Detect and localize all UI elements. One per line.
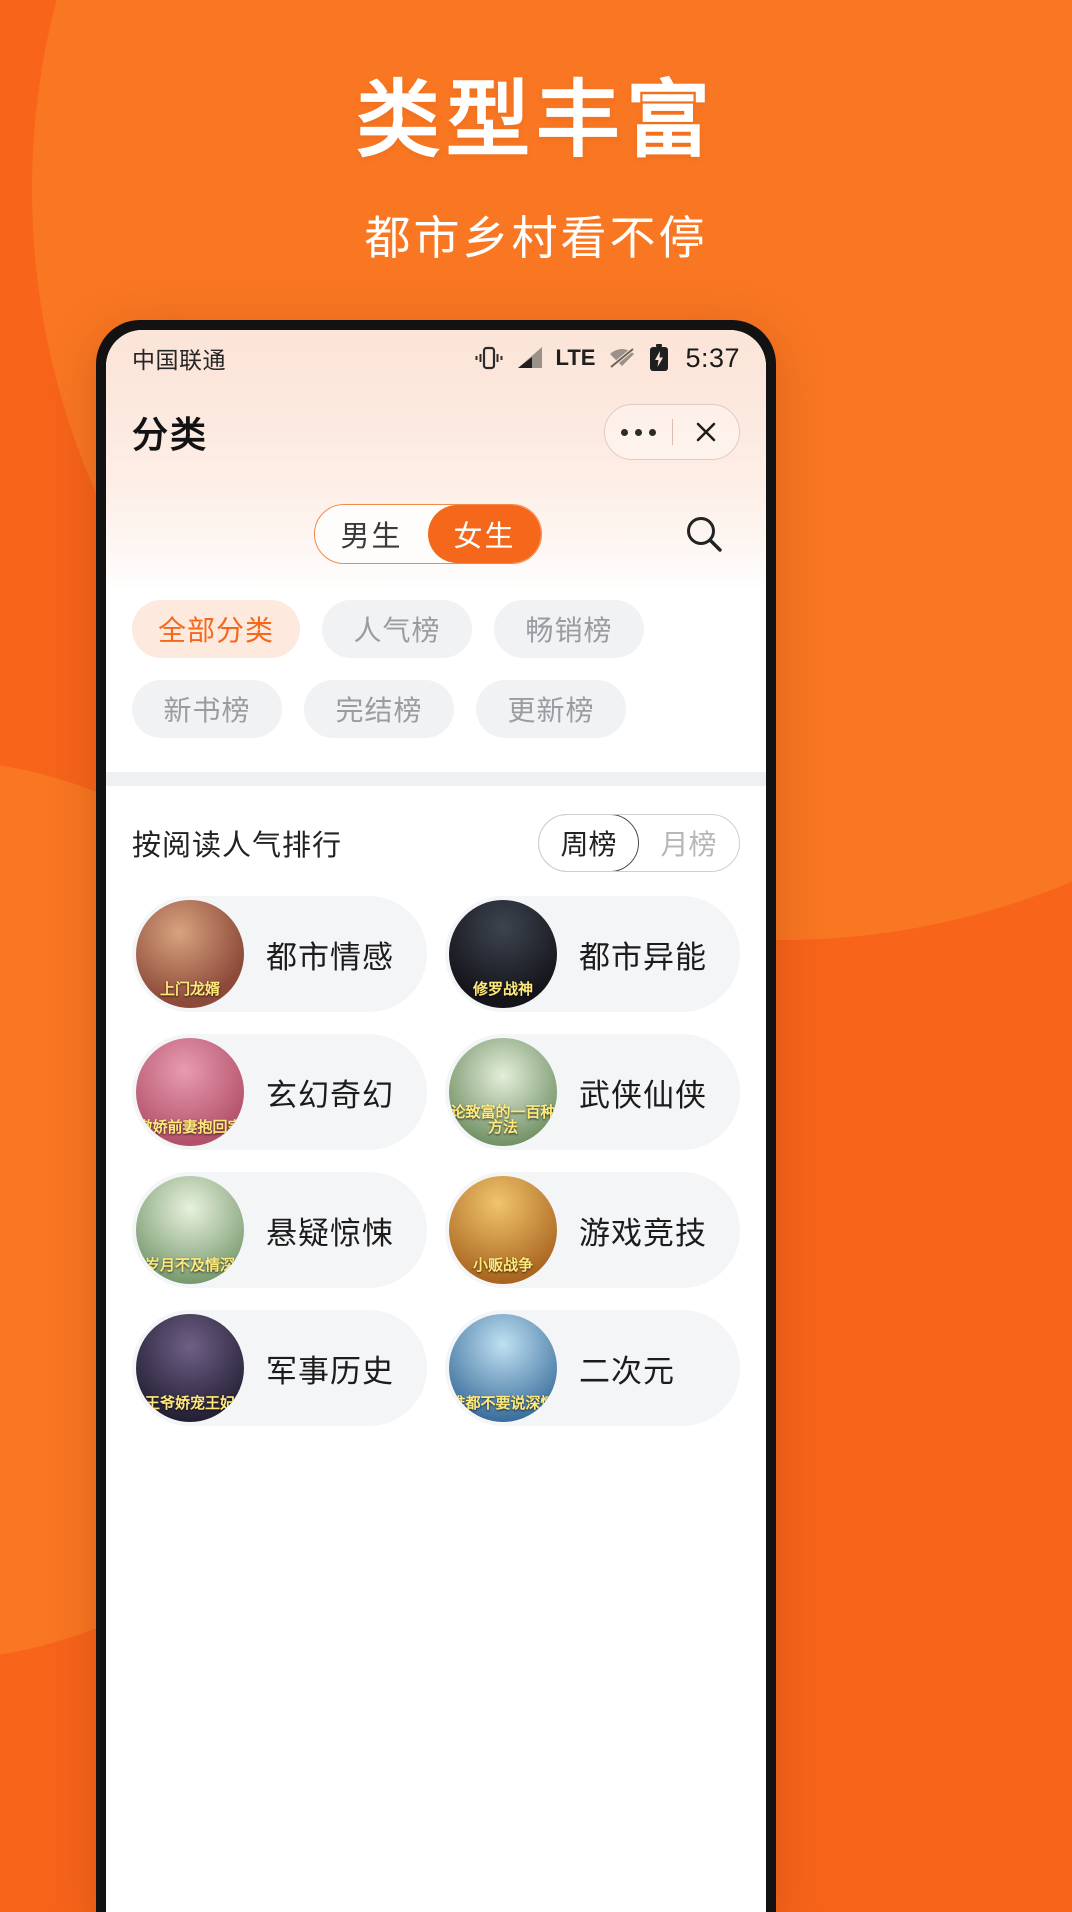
book-cover-thumbnail: 岁月不及情深	[136, 1176, 244, 1284]
clock-label: 5:37	[685, 342, 740, 373]
close-icon[interactable]	[673, 419, 740, 445]
signal-icon	[517, 347, 542, 368]
vibrate-icon	[475, 346, 503, 370]
filter-chip-bestseller[interactable]: 畅销榜	[494, 600, 645, 658]
book-cover-title: 王爷娇宠王妃	[144, 1395, 235, 1413]
book-cover-thumbnail: 傲娇前妻抱回家	[136, 1038, 244, 1146]
filter-chip-completed[interactable]: 完结榜	[304, 680, 454, 738]
category-item-anime[interactable]: 谁都不要说深情 二次元	[445, 1310, 740, 1426]
status-bar: 中国联通 LTE 5:37	[106, 330, 766, 386]
category-item-wuxia[interactable]: 论致富的一百种方法 武侠仙侠	[445, 1034, 740, 1150]
book-cover-title: 岁月不及情深	[144, 1257, 235, 1275]
book-cover-thumbnail: 论致富的一百种方法	[449, 1038, 557, 1146]
filter-chip-list: 全部分类 人气榜 畅销榜 新书榜 完结榜 更新榜	[106, 590, 766, 772]
category-grid: 上门龙婿 都市情感 修罗战神 都市异能 傲娇前妻抱回家 玄幻奇幻 论致富的一百种…	[106, 882, 766, 1426]
period-toggle[interactable]: 周榜 月榜	[538, 814, 740, 872]
lte-label: LTE	[555, 345, 596, 370]
carrier-label: 中国联通	[132, 347, 226, 373]
category-label: 二次元	[579, 1353, 675, 1389]
gender-option-male[interactable]: 男生	[315, 505, 428, 563]
book-cover-title: 上门龙婿	[159, 981, 220, 999]
category-label: 都市情感	[266, 939, 394, 975]
search-icon[interactable]	[678, 508, 730, 560]
mini-program-capsule	[604, 404, 740, 460]
category-item-military-history[interactable]: 王爷娇宠王妃 军事历史	[132, 1310, 427, 1426]
category-label: 都市异能	[579, 939, 707, 975]
phone-screen: 中国联通 LTE 5:37 分类 男生 女生 全部分类 人气榜 畅销榜 新书榜 …	[106, 330, 766, 1912]
book-cover-title: 傲娇前妻抱回家	[137, 1119, 243, 1137]
filter-chip-popular[interactable]: 人气榜	[322, 600, 473, 658]
category-item-suspense[interactable]: 岁月不及情深 悬疑惊悚	[132, 1172, 427, 1288]
filter-chip-new[interactable]: 新书榜	[132, 680, 282, 738]
book-cover-thumbnail: 上门龙婿	[136, 900, 244, 1008]
category-label: 玄幻奇幻	[266, 1077, 394, 1113]
book-cover-title: 论致富的一百种方法	[450, 1103, 556, 1137]
gender-toggle-row: 男生 女生	[106, 478, 766, 590]
category-item-fantasy[interactable]: 傲娇前妻抱回家 玄幻奇幻	[132, 1034, 427, 1150]
category-item-gaming[interactable]: 小贩战争 游戏竞技	[445, 1172, 740, 1288]
category-label: 游戏竞技	[579, 1215, 707, 1251]
page-title: 分类	[132, 414, 209, 455]
filter-chip-all[interactable]: 全部分类	[132, 600, 301, 658]
phone-mockup: 中国联通 LTE 5:37 分类 男生 女生 全部分类 人气榜 畅销榜 新书榜 …	[96, 320, 776, 1912]
period-option-month[interactable]: 月榜	[638, 815, 739, 871]
book-cover-thumbnail: 小贩战争	[449, 1176, 557, 1284]
battery-charging-icon	[650, 344, 669, 371]
category-label: 军事历史	[266, 1353, 394, 1389]
wifi-off-icon	[610, 347, 635, 369]
status-bar-icons: LTE 5:37	[474, 343, 740, 374]
book-cover-thumbnail: 谁都不要说深情	[449, 1314, 557, 1422]
book-cover-thumbnail: 王爷娇宠王妃	[136, 1314, 244, 1422]
period-option-week[interactable]: 周榜	[539, 815, 639, 871]
ranking-header: 按阅读人气排行 周榜 月榜	[106, 786, 766, 882]
app-header: 分类	[106, 386, 766, 478]
book-cover-title: 修罗战神	[472, 981, 533, 999]
more-dots-icon[interactable]	[605, 428, 672, 436]
promo-subtitle: 都市乡村看不停	[364, 212, 708, 265]
gender-toggle[interactable]: 男生 女生	[314, 504, 542, 564]
section-divider	[106, 772, 766, 786]
book-cover-title: 小贩战争	[472, 1257, 533, 1275]
book-cover-thumbnail: 修罗战神	[449, 900, 557, 1008]
ranking-title: 按阅读人气排行	[132, 830, 343, 862]
category-label: 悬疑惊悚	[266, 1215, 394, 1251]
promo-title: 类型丰富	[355, 75, 716, 168]
category-item-urban-supernatural[interactable]: 修罗战神 都市异能	[445, 896, 740, 1012]
promo-banner: 类型丰富 都市乡村看不停	[0, 0, 1072, 268]
category-label: 武侠仙侠	[579, 1077, 707, 1113]
gender-option-female[interactable]: 女生	[428, 505, 541, 563]
book-cover-title: 谁都不要说深情	[450, 1395, 556, 1413]
filter-chip-updated[interactable]: 更新榜	[476, 680, 626, 738]
category-item-urban-romance[interactable]: 上门龙婿 都市情感	[132, 896, 427, 1012]
